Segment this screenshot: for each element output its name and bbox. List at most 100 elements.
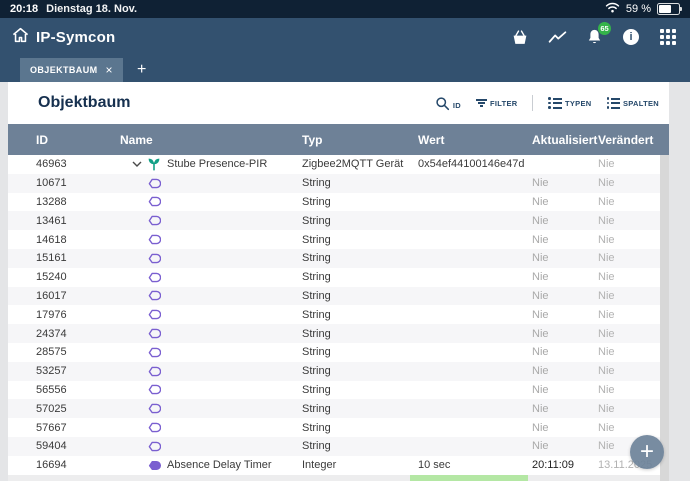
object-name-cell bbox=[120, 309, 302, 320]
spalten-label: SPALTEN bbox=[623, 99, 659, 109]
filter-label: FILTER bbox=[490, 99, 518, 109]
app-header: IP-Symcon 65 i bbox=[0, 18, 690, 56]
chevron-down-icon[interactable] bbox=[132, 161, 144, 167]
object-aktualisiert: Nie bbox=[532, 215, 594, 227]
object-name-cell bbox=[120, 215, 302, 226]
object-aktualisiert: Nie bbox=[532, 365, 594, 377]
object-veraendert: Nie bbox=[594, 215, 669, 227]
object-id: 57667 bbox=[8, 422, 120, 434]
column-header-veraendert[interactable]: Verändert bbox=[594, 133, 669, 147]
apps-grid-icon[interactable] bbox=[658, 27, 678, 47]
wifi-icon bbox=[605, 2, 620, 16]
table-row[interactable]: 10671 String Nie Nie bbox=[8, 174, 669, 193]
object-name-cell bbox=[120, 366, 302, 377]
object-type-icon bbox=[146, 157, 162, 171]
object-type-icon bbox=[146, 178, 162, 189]
object-id: 24374 bbox=[8, 328, 120, 340]
object-veraendert: Nie bbox=[594, 271, 669, 283]
tab-objektbaum[interactable]: OBJEKTBAUM × bbox=[20, 58, 123, 82]
table-row[interactable]: 13288 String Nie Nie bbox=[8, 193, 669, 212]
object-veraendert: Nie bbox=[594, 403, 669, 415]
table-row[interactable]: 46963 Stube Presence-PIR Zigbee2MQ bbox=[8, 155, 669, 174]
object-veraendert: Nie bbox=[594, 158, 669, 170]
store-icon[interactable] bbox=[510, 27, 530, 47]
object-typ: String bbox=[302, 384, 418, 396]
object-id: 15240 bbox=[8, 271, 120, 283]
table-row[interactable]: 16694 Absence Delay Timer Integer bbox=[8, 456, 669, 475]
object-type-icon bbox=[146, 384, 162, 395]
table-row[interactable]: 28575 String Nie Nie bbox=[8, 343, 669, 362]
table-row[interactable]: 24374 String Nie Nie bbox=[8, 324, 669, 343]
object-typ: String bbox=[302, 252, 418, 264]
object-id: 57025 bbox=[8, 403, 120, 415]
typen-button[interactable]: TYPEN bbox=[548, 97, 591, 109]
table-row[interactable]: 14618 String Nie Nie bbox=[8, 230, 669, 249]
info-icon[interactable]: i bbox=[621, 27, 641, 47]
table-row[interactable]: 53257 String Nie Nie bbox=[8, 362, 669, 381]
table-row[interactable]: 59404 String Nie Nie bbox=[8, 437, 669, 456]
object-typ: String bbox=[302, 365, 418, 377]
vertical-scrollbar[interactable] bbox=[660, 155, 669, 481]
battery-icon bbox=[657, 3, 680, 15]
object-id: 46963 bbox=[8, 158, 120, 170]
table-row[interactable]: 57025 String Nie Nie bbox=[8, 399, 669, 418]
column-header-aktualisiert[interactable]: Aktualisiert bbox=[532, 133, 594, 147]
column-header-name[interactable]: Name bbox=[120, 133, 302, 147]
table-row[interactable]: 57667 String Nie Nie bbox=[8, 418, 669, 437]
content-card: Objektbaum ID FILTER TYPEN bbox=[8, 82, 669, 481]
tab-add-button[interactable]: + bbox=[137, 58, 146, 82]
app-home[interactable]: IP-Symcon bbox=[12, 27, 115, 48]
object-aktualisiert: Nie bbox=[532, 252, 594, 264]
spalten-button[interactable]: SPALTEN bbox=[607, 97, 660, 109]
object-veraendert: Nie bbox=[594, 422, 669, 434]
table-row[interactable]: 15161 String Nie Nie bbox=[8, 249, 669, 268]
object-type-icon bbox=[146, 328, 162, 339]
object-aktualisiert: Nie bbox=[532, 440, 594, 452]
object-name-cell bbox=[120, 178, 302, 189]
notification-badge: 65 bbox=[598, 22, 611, 35]
object-id: 13461 bbox=[8, 215, 120, 227]
notifications-bell-icon[interactable]: 65 bbox=[584, 27, 604, 47]
object-name-cell bbox=[120, 422, 302, 433]
add-object-button[interactable]: + bbox=[630, 435, 664, 469]
chart-icon[interactable] bbox=[547, 27, 567, 47]
column-header-typ[interactable]: Typ bbox=[302, 133, 418, 147]
object-veraendert: Nie bbox=[594, 365, 669, 377]
object-type-icon bbox=[146, 215, 162, 226]
table-row[interactable]: 16017 String Nie Nie bbox=[8, 287, 669, 306]
battery-percent: 59 % bbox=[626, 3, 651, 15]
object-typ: Zigbee2MQTT Gerät bbox=[302, 158, 418, 170]
table-row[interactable]: 15240 String Nie Nie bbox=[8, 268, 669, 287]
object-typ: String bbox=[302, 177, 418, 189]
object-type-icon bbox=[146, 460, 162, 471]
object-typ: String bbox=[302, 290, 418, 302]
table-row[interactable]: 56556 String Nie Nie bbox=[8, 381, 669, 400]
object-typ: String bbox=[302, 309, 418, 321]
object-id: 14618 bbox=[8, 234, 120, 246]
home-icon bbox=[12, 27, 29, 48]
table-row[interactable]: 17976 String Nie Nie bbox=[8, 305, 669, 324]
table-row[interactable]: 13461 String Nie Nie bbox=[8, 211, 669, 230]
column-header-wert[interactable]: Wert bbox=[418, 133, 532, 147]
filter-button[interactable]: FILTER bbox=[476, 97, 518, 108]
tab-close-icon[interactable]: × bbox=[106, 64, 113, 76]
object-typ: String bbox=[302, 422, 418, 434]
object-typ: String bbox=[302, 403, 418, 415]
column-header-id[interactable]: ID bbox=[8, 133, 120, 147]
search-id-button[interactable]: ID bbox=[435, 96, 461, 111]
object-veraendert: Nie bbox=[594, 328, 669, 340]
object-id: 13288 bbox=[8, 196, 120, 208]
object-tree-table: 46963 Stube Presence-PIR Zigbee2MQ bbox=[8, 155, 669, 481]
object-type-icon bbox=[146, 272, 162, 283]
object-veraendert: Nie bbox=[594, 290, 669, 302]
object-id: 17976 bbox=[8, 309, 120, 321]
object-type-icon bbox=[146, 309, 162, 320]
object-id: 53257 bbox=[8, 365, 120, 377]
object-name-cell: Stube Presence-PIR bbox=[120, 157, 302, 171]
object-veraendert: Nie bbox=[594, 252, 669, 264]
object-id: 16017 bbox=[8, 290, 120, 302]
object-name-cell bbox=[120, 272, 302, 283]
object-veraendert: Nie bbox=[594, 234, 669, 246]
object-id: 56556 bbox=[8, 384, 120, 396]
page-title: Objektbaum bbox=[38, 94, 130, 112]
